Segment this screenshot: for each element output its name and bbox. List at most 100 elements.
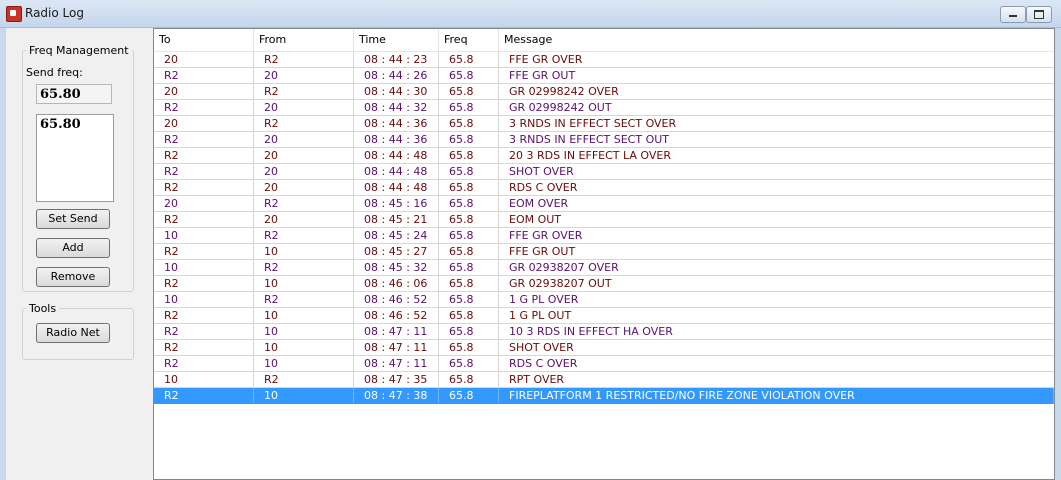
cell-message: 1 G PL OVER [509,293,579,306]
column-header-from[interactable]: From [254,29,354,51]
table-row[interactable]: R2 20 08 : 44 : 48 65.8 SHOT OVER [154,164,1054,180]
column-header-freq[interactable]: Freq [439,29,499,51]
cell-time: 08 : 46 : 52 [354,292,439,307]
cell-to: 10 [154,292,254,307]
cell-from: 20 [254,148,354,163]
cell-time: 08 : 44 : 48 [354,148,439,163]
cell-time: 08 : 45 : 21 [354,212,439,227]
cell-time: 08 : 44 : 23 [354,52,439,67]
table-row[interactable]: 10 R2 08 : 47 : 35 65.8 RPT OVER [154,372,1054,388]
cell-freq: 65.8 [439,212,499,227]
table-row[interactable]: 10 R2 08 : 45 : 24 65.8 FFE GR OVER [154,228,1054,244]
freq-list-item[interactable]: 65.80 [40,117,110,132]
table-row[interactable]: R2 20 08 : 44 : 26 65.8 FFE GR OUT [154,68,1054,84]
table-row[interactable]: 20 R2 08 : 44 : 36 65.8 3 RNDS IN EFFECT SEC… [154,116,1054,132]
table-row[interactable]: R2 10 08 : 47 : 11 65.8 RDS C OVER [154,356,1054,372]
cell-to: R2 [154,132,254,147]
table-row[interactable]: R2 20 08 : 44 : 32 65.8 GR 02998242 OUT [154,100,1054,116]
cell-from: 10 [254,244,354,259]
cell-time: 08 : 44 : 36 [354,132,439,147]
maximize-icon[interactable] [1026,6,1052,23]
table-row[interactable]: 10 R2 08 : 45 : 32 65.8 GR 02938207 OVER [154,260,1054,276]
cell-time: 08 : 44 : 36 [354,116,439,131]
cell-message: 1 G PL OUT [509,309,572,322]
title-bar: Radio Log [0,0,1061,28]
table-row[interactable]: R2 10 08 : 47 : 38 65.8 FIREPLATFORM 1 RESTR… [154,388,1054,404]
cell-freq: 65.8 [439,260,499,275]
radio-net-button[interactable]: Radio Net [36,323,110,343]
cell-freq: 65.8 [439,116,499,131]
cell-message: GR 02998242 OVER [509,85,619,98]
cell-from: 10 [254,340,354,355]
cell-message: GR 02938207 OUT [509,277,612,290]
cell-freq: 65.8 [439,196,499,211]
cell-message: GR 02998242 OUT [509,101,612,114]
radio-log-table[interactable]: To From Time Freq Message 20 R2 08 : 44 : … [153,28,1055,480]
cell-from: 20 [254,212,354,227]
table-row[interactable]: R2 10 08 : 47 : 11 65.8 SHOT OVER [154,340,1054,356]
cell-freq: 65.8 [439,340,499,355]
table-row[interactable]: R2 10 08 : 46 : 52 65.8 1 G PL OUT [154,308,1054,324]
cell-freq: 65.8 [439,100,499,115]
left-panel: Freq Management Send freq: 65.80 65.80 S… [14,36,148,476]
cell-message: RDS C OVER [509,181,578,194]
cell-message: SHOT OVER [509,341,574,354]
cell-to: R2 [154,308,254,323]
cell-freq: 65.8 [439,148,499,163]
remove-button[interactable]: Remove [36,267,110,287]
cell-to: R2 [154,356,254,371]
cell-message: FFE GR OUT [509,69,576,82]
tools-legend: Tools [29,302,57,315]
table-row[interactable]: 20 R2 08 : 45 : 16 65.8 EOM OVER [154,196,1054,212]
table-row[interactable]: R2 10 08 : 46 : 06 65.8 GR 02938207 OUT [154,276,1054,292]
cell-freq: 65.8 [439,52,499,67]
cell-freq: 65.8 [439,164,499,179]
cell-time: 08 : 47 : 38 [354,388,439,403]
table-row[interactable]: R2 20 08 : 44 : 36 65.8 3 RNDS IN EFFECT SEC… [154,132,1054,148]
cell-to: R2 [154,388,254,403]
cell-time: 08 : 47 : 11 [354,356,439,371]
freq-management-legend: Freq Management [29,44,129,57]
radio-log-app-icon[interactable] [6,6,22,22]
cell-from: 20 [254,68,354,83]
cell-from: 20 [254,132,354,147]
table-row[interactable]: R2 20 08 : 44 : 48 65.8 RDS C OVER [154,180,1054,196]
cell-message: FFE GR OUT [509,245,576,258]
column-header-to[interactable]: To [154,29,254,51]
cell-time: 08 : 45 : 24 [354,228,439,243]
cell-to: R2 [154,164,254,179]
cell-freq: 65.8 [439,68,499,83]
cell-time: 08 : 44 : 32 [354,100,439,115]
client-area: Freq Management Send freq: 65.80 65.80 S… [6,28,1055,480]
cell-to: 10 [154,228,254,243]
send-freq-label: Send freq: [26,66,83,79]
cell-message: RPT OVER [509,373,565,386]
table-row[interactable]: 10 R2 08 : 46 : 52 65.8 1 G PL OVER [154,292,1054,308]
minimize-icon[interactable] [1000,6,1026,23]
cell-to: 20 [154,196,254,211]
table-row[interactable]: R2 10 08 : 47 : 11 65.8 10 3 RDS IN EFFECT H… [154,324,1054,340]
cell-time: 08 : 47 : 11 [354,340,439,355]
cell-from: 20 [254,100,354,115]
table-row[interactable]: 20 R2 08 : 44 : 23 65.8 FFE GR OVER [154,52,1054,68]
column-header-message[interactable]: Message [499,29,1054,51]
cell-message: 3 RNDS IN EFFECT SECT OVER [509,117,677,130]
cell-time: 08 : 46 : 52 [354,308,439,323]
table-row[interactable]: R2 10 08 : 45 : 27 65.8 FFE GR OUT [154,244,1054,260]
add-button[interactable]: Add [36,238,110,258]
cell-from: R2 [254,196,354,211]
table-body: 20 R2 08 : 44 : 23 65.8 FFE GR OVER R2 20 08 : … [154,52,1054,404]
cell-to: R2 [154,340,254,355]
column-header-time[interactable]: Time [354,29,439,51]
set-send-button[interactable]: Set Send [36,209,110,229]
table-row[interactable]: 20 R2 08 : 44 : 30 65.8 GR 02998242 OVER [154,84,1054,100]
freq-listbox[interactable]: 65.80 [36,114,114,202]
cell-time: 08 : 44 : 26 [354,68,439,83]
cell-from: 10 [254,356,354,371]
table-row[interactable]: R2 20 08 : 45 : 21 65.8 EOM OUT [154,212,1054,228]
cell-freq: 65.8 [439,228,499,243]
cell-freq: 65.8 [439,308,499,323]
table-row[interactable]: R2 20 08 : 44 : 48 65.8 20 3 RDS IN EFFECT L… [154,148,1054,164]
cell-from: 10 [254,324,354,339]
cell-to: 20 [154,52,254,67]
